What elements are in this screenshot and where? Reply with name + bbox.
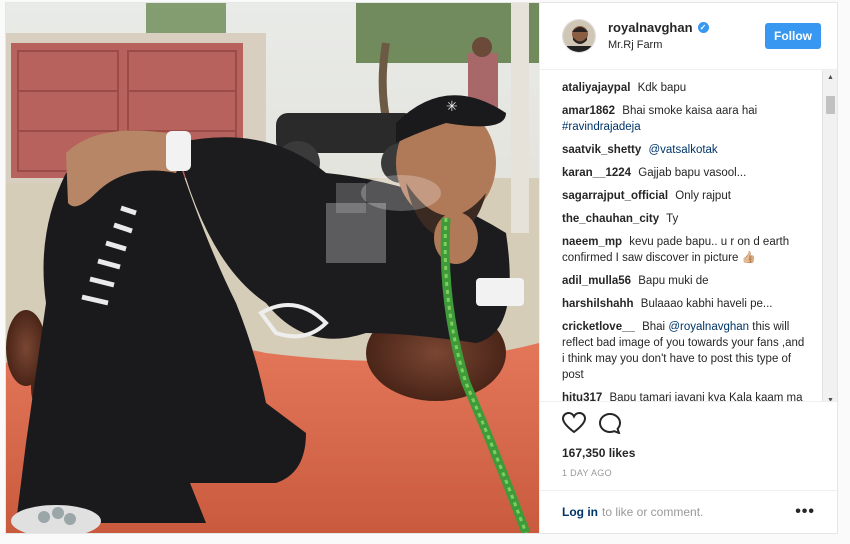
comments-list[interactable]: ataliyajaypal Kdk bapu amar1862 Bhai smo… — [540, 69, 837, 402]
login-prompt: Log in to like or comment. ••• — [540, 489, 837, 533]
comment-item: saatvik_shetty @vatsalkotak — [562, 142, 815, 158]
instagram-post: ✳ royalnavghan ✓ Mr.Rj Farm Follow atali… — [5, 2, 838, 534]
comment-text: Bhai — [642, 320, 666, 333]
comment-text: Only rajput — [675, 189, 731, 202]
comment-text: Bapu muki de — [638, 274, 709, 287]
comment-item: naeem_mp kevu pade bapu.. u r on d earth… — [562, 234, 815, 266]
post-actions: 167,350 likes 1 DAY AGO — [540, 401, 837, 480]
comment-item: amar1862 Bhai smoke kaisa aara hai #ravi… — [562, 103, 815, 135]
post-timestamp[interactable]: 1 DAY AGO — [562, 468, 815, 478]
username-row: royalnavghan ✓ — [608, 20, 765, 35]
comment-username[interactable]: saatvik_shetty — [562, 144, 641, 156]
comment-username[interactable]: harshilshahh — [562, 298, 634, 310]
comment-text: Gajjab bapu vasool... — [638, 166, 747, 179]
comments-scrollbar[interactable]: ▲ ▼ — [822, 69, 837, 402]
action-icons — [561, 410, 815, 440]
avatar[interactable] — [562, 18, 596, 53]
likes-count[interactable]: 167,350 likes — [562, 446, 815, 460]
post-sidebar: royalnavghan ✓ Mr.Rj Farm Follow ataliya… — [539, 3, 837, 533]
comment-username[interactable]: ataliyajaypal — [562, 82, 630, 94]
author-info: royalnavghan ✓ Mr.Rj Farm — [608, 20, 765, 51]
comment-item: hitu317 Bapu tamari javani kya Kala kaam… — [562, 390, 815, 402]
comment-username[interactable]: the_chauhan_city — [562, 213, 659, 225]
comment-item: harshilshahh Bulaaao kabhi haveli pe... — [562, 296, 815, 312]
follow-button[interactable]: Follow — [765, 22, 821, 49]
post-photo[interactable]: ✳ — [6, 3, 539, 533]
comment-item: the_chauhan_city Ty — [562, 211, 815, 227]
verified-badge-icon: ✓ — [697, 22, 709, 34]
comment-item: ataliyajaypal Kdk bapu — [562, 80, 815, 96]
comment-item: karan__1224 Gajjab bapu vasool... — [562, 165, 815, 181]
comment-mention[interactable]: @royalnavghan — [668, 321, 749, 333]
comment-text: Kdk bapu — [637, 81, 687, 94]
comment-username[interactable]: hitu317 — [562, 392, 602, 402]
heart-icon[interactable] — [561, 411, 587, 439]
comment-bubble-icon[interactable] — [598, 412, 622, 439]
comment-text: Ty — [666, 212, 679, 225]
photo-illustration: ✳ — [6, 3, 539, 533]
comment-username[interactable]: naeem_mp — [562, 236, 622, 248]
comment-item: sagarrajput_official Only rajput — [562, 188, 815, 204]
comment-mention[interactable]: @vatsalkotak — [648, 144, 717, 156]
scroll-thumb[interactable] — [826, 95, 835, 114]
comment-username[interactable]: karan__1224 — [562, 167, 631, 179]
comment-text: Bhai smoke kaisa aara hai — [622, 104, 758, 117]
login-link[interactable]: Log in — [562, 505, 598, 519]
post-location[interactable]: Mr.Rj Farm — [608, 39, 765, 51]
comment-item: adil_mulla56 Bapu muki de — [562, 273, 815, 289]
comment-username[interactable]: adil_mulla56 — [562, 275, 631, 287]
comment-text: Bulaaao kabhi haveli pe... — [640, 297, 773, 310]
svg-text:✳: ✳ — [446, 99, 458, 115]
comment-item: cricketlove__ Bhai @royalnavghan this wi… — [562, 319, 815, 383]
comment-username[interactable]: amar1862 — [562, 105, 615, 117]
author-username[interactable]: royalnavghan — [608, 20, 693, 35]
post-header: royalnavghan ✓ Mr.Rj Farm Follow — [540, 3, 837, 70]
scroll-down-arrow-icon[interactable]: ▼ — [823, 393, 837, 402]
more-options-icon[interactable]: ••• — [795, 503, 815, 521]
scroll-up-arrow-icon[interactable]: ▲ — [823, 70, 837, 85]
comment-username[interactable]: cricketlove__ — [562, 321, 635, 333]
login-prompt-text: to like or comment. — [602, 504, 704, 519]
comment-username[interactable]: sagarrajput_official — [562, 190, 668, 202]
comment-hashtag[interactable]: #ravindrajadeja — [562, 121, 641, 133]
